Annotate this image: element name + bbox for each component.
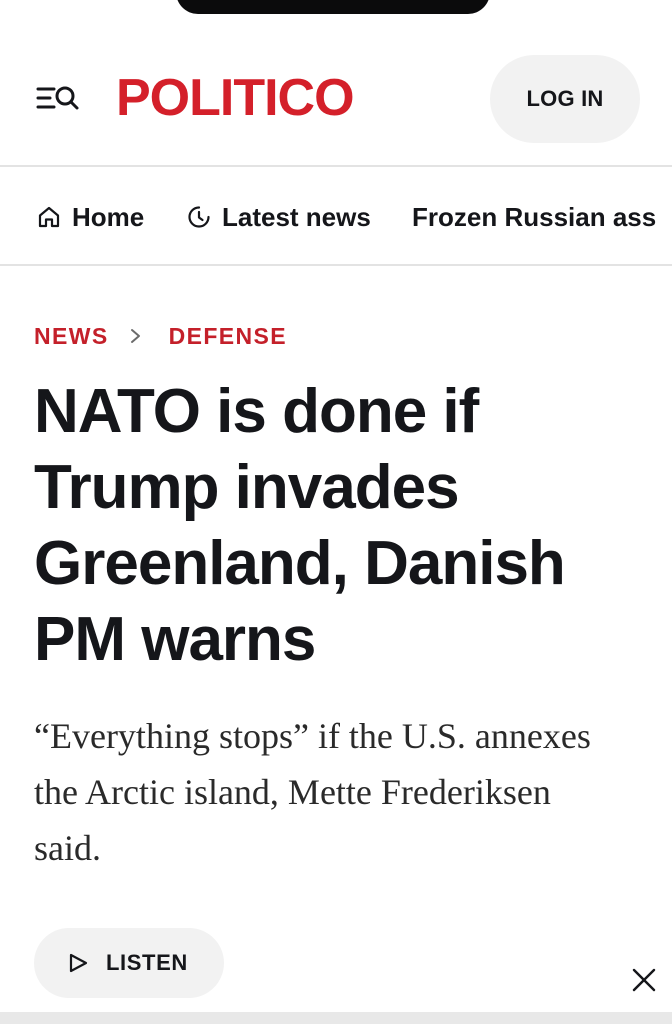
nav-item-frozen-russian-assets[interactable]: Frozen Russian ass [412,168,657,264]
breadcrumb: NEWS DEFENSE [34,320,287,352]
listen-button[interactable]: LISTEN [34,928,224,998]
breadcrumb-news[interactable]: NEWS [34,323,109,350]
menu-search-icon [36,86,79,110]
nav-item-latest-news[interactable]: Latest news [186,168,371,264]
nav-item-home[interactable]: Home [36,168,145,264]
article-dek: “Everything stops” if the U.S. annexes t… [34,716,591,868]
dynamic-island [176,0,490,14]
home-icon [38,206,60,228]
top-navigation: Home Latest news Frozen Russian ass [0,168,672,266]
login-button[interactable]: LOG IN [490,55,640,143]
nav-item-label: Home [72,201,145,232]
politico-logo[interactable]: POLITICO [116,68,355,128]
clock-icon [188,206,210,228]
article-headline: NATO is done if Trump invades Greenland,… [34,377,566,674]
listen-label: LISTEN [106,950,188,975]
nav-item-label: Frozen Russian ass [412,201,657,232]
nav-item-label: Latest news [222,201,371,232]
close-button[interactable] [630,966,658,994]
play-icon [69,953,88,973]
close-icon [632,968,656,992]
bottom-banner-edge [0,1012,672,1024]
chevron-right-icon [130,329,140,343]
menu-search-button[interactable] [36,82,80,114]
breadcrumb-defense[interactable]: DEFENSE [169,323,287,350]
